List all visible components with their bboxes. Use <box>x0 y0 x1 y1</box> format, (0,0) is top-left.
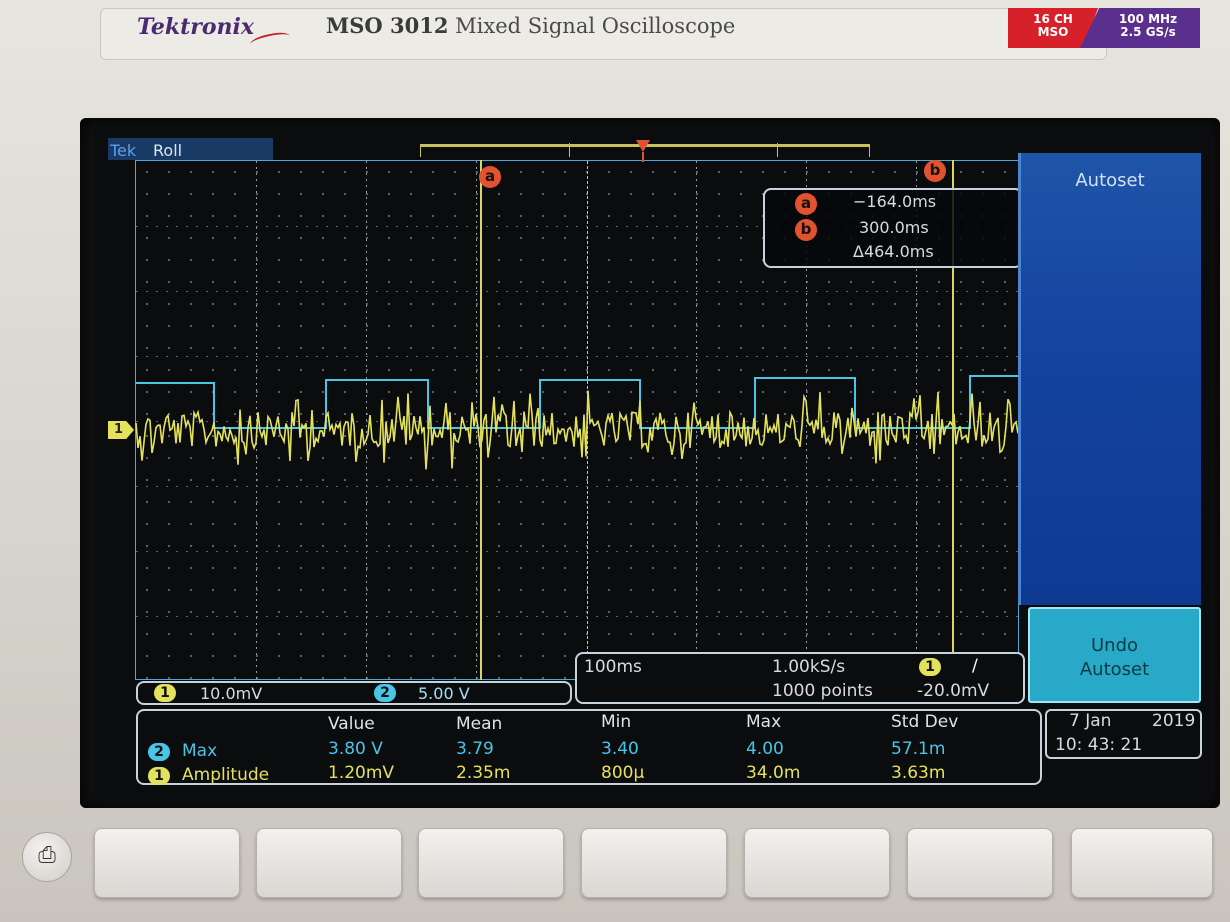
trigger-level: -20.0mV <box>917 681 990 701</box>
cursor-readout: a −164.0ms b 300.0ms Δ464.0ms <box>763 188 1023 268</box>
trigger-position-icon <box>636 140 650 152</box>
cursor-b-icon: b <box>795 219 817 241</box>
undo-autoset-label-line1: Undo <box>1090 635 1139 656</box>
meas-ch2-stddev: 57.1m <box>891 739 946 759</box>
meas-row-ch2-badge: 2 <box>148 743 170 761</box>
date-day: 7 Jan <box>1069 711 1112 731</box>
cursor-delta-value: Δ464.0ms <box>853 242 934 261</box>
trigger-channel-badge: 1 <box>919 658 941 676</box>
bottom-menu-button-1[interactable] <box>94 828 240 898</box>
cursor-a-tag[interactable]: a <box>479 166 501 188</box>
meas-ch1-value: 1.20mV <box>328 763 395 783</box>
meas-ch2-min: 3.40 <box>601 739 639 759</box>
bottom-menu-button-5[interactable] <box>744 828 890 898</box>
meas-row-ch2-name: Max <box>182 741 218 761</box>
time-per-div: 100ms <box>584 657 642 677</box>
cursor-b-value: 300.0ms <box>859 218 929 237</box>
bottom-menu-button-3[interactable] <box>418 828 564 898</box>
meas-ch2-value: 3.80 V <box>328 739 383 759</box>
meas-header-value: Value <box>328 714 375 734</box>
printer-icon[interactable]: ⎙ <box>22 832 72 882</box>
cursor-a-line[interactable] <box>480 160 482 680</box>
ch2-badge: 2 <box>374 684 396 702</box>
ch2-scale: 5.00 V <box>418 684 470 703</box>
meas-ch1-mean: 2.35m <box>456 763 511 783</box>
bottom-menu-button-6[interactable] <box>907 828 1053 898</box>
sample-rate: 1.00kS/s <box>772 657 846 677</box>
bottom-menu-button-2[interactable] <box>256 828 402 898</box>
meas-ch2-max: 4.00 <box>746 739 784 759</box>
meas-row-ch1-badge: 1 <box>148 767 170 785</box>
meas-ch1-max: 34.0m <box>746 763 801 783</box>
meas-ch1-stddev: 3.63m <box>891 763 946 783</box>
ch1-waveform <box>135 390 1019 470</box>
cursor-a-row: a −164.0ms <box>765 192 1021 218</box>
meas-ch2-mean: 3.79 <box>456 739 494 759</box>
measurement-table: Value Mean Min Max Std Dev 2 Max 3.80 V … <box>136 709 1042 785</box>
cursor-delta-row: Δ464.0ms <box>765 242 1021 268</box>
cursor-a-value: −164.0ms <box>853 192 937 211</box>
meas-header-max: Max <box>746 712 782 732</box>
vertical-scale-bar: 1 10.0mV 2 5.00 V <box>136 681 572 705</box>
meas-ch1-min: 800µ <box>601 763 645 783</box>
undo-autoset-label-line2: Autoset <box>1079 659 1150 680</box>
date-year: 2019 <box>1152 711 1196 731</box>
undo-autoset-button[interactable]: Undo Autoset <box>1028 607 1201 703</box>
meas-header-mean: Mean <box>456 714 503 734</box>
bottom-menu-button-7[interactable] <box>1071 828 1213 898</box>
trigger-slope-icon: ∕ <box>972 656 978 676</box>
clock-time: 10: 43: 21 <box>1055 735 1143 755</box>
cursor-b-row: b 300.0ms <box>765 218 1021 244</box>
ch1-scale: 10.0mV <box>200 684 263 703</box>
side-menu <box>1018 153 1201 605</box>
meas-header-min: Min <box>601 712 632 732</box>
cursor-a-icon: a <box>795 193 817 215</box>
timebase-panel: 100ms 1.00kS/s 1000 points 1 ∕ -20.0mV <box>575 652 1025 704</box>
date-time-box: 7 Jan 2019 10: 43: 21 <box>1045 709 1202 759</box>
meas-row-ch1-name: Amplitude <box>182 765 270 785</box>
ch1-badge: 1 <box>154 684 176 702</box>
meas-header-stddev: Std Dev <box>891 712 959 732</box>
cursor-b-tag[interactable]: b <box>924 160 946 182</box>
autoset-menu-title: Autoset <box>1075 170 1145 191</box>
record-length: 1000 points <box>772 681 873 701</box>
bottom-menu-button-4[interactable] <box>581 828 727 898</box>
